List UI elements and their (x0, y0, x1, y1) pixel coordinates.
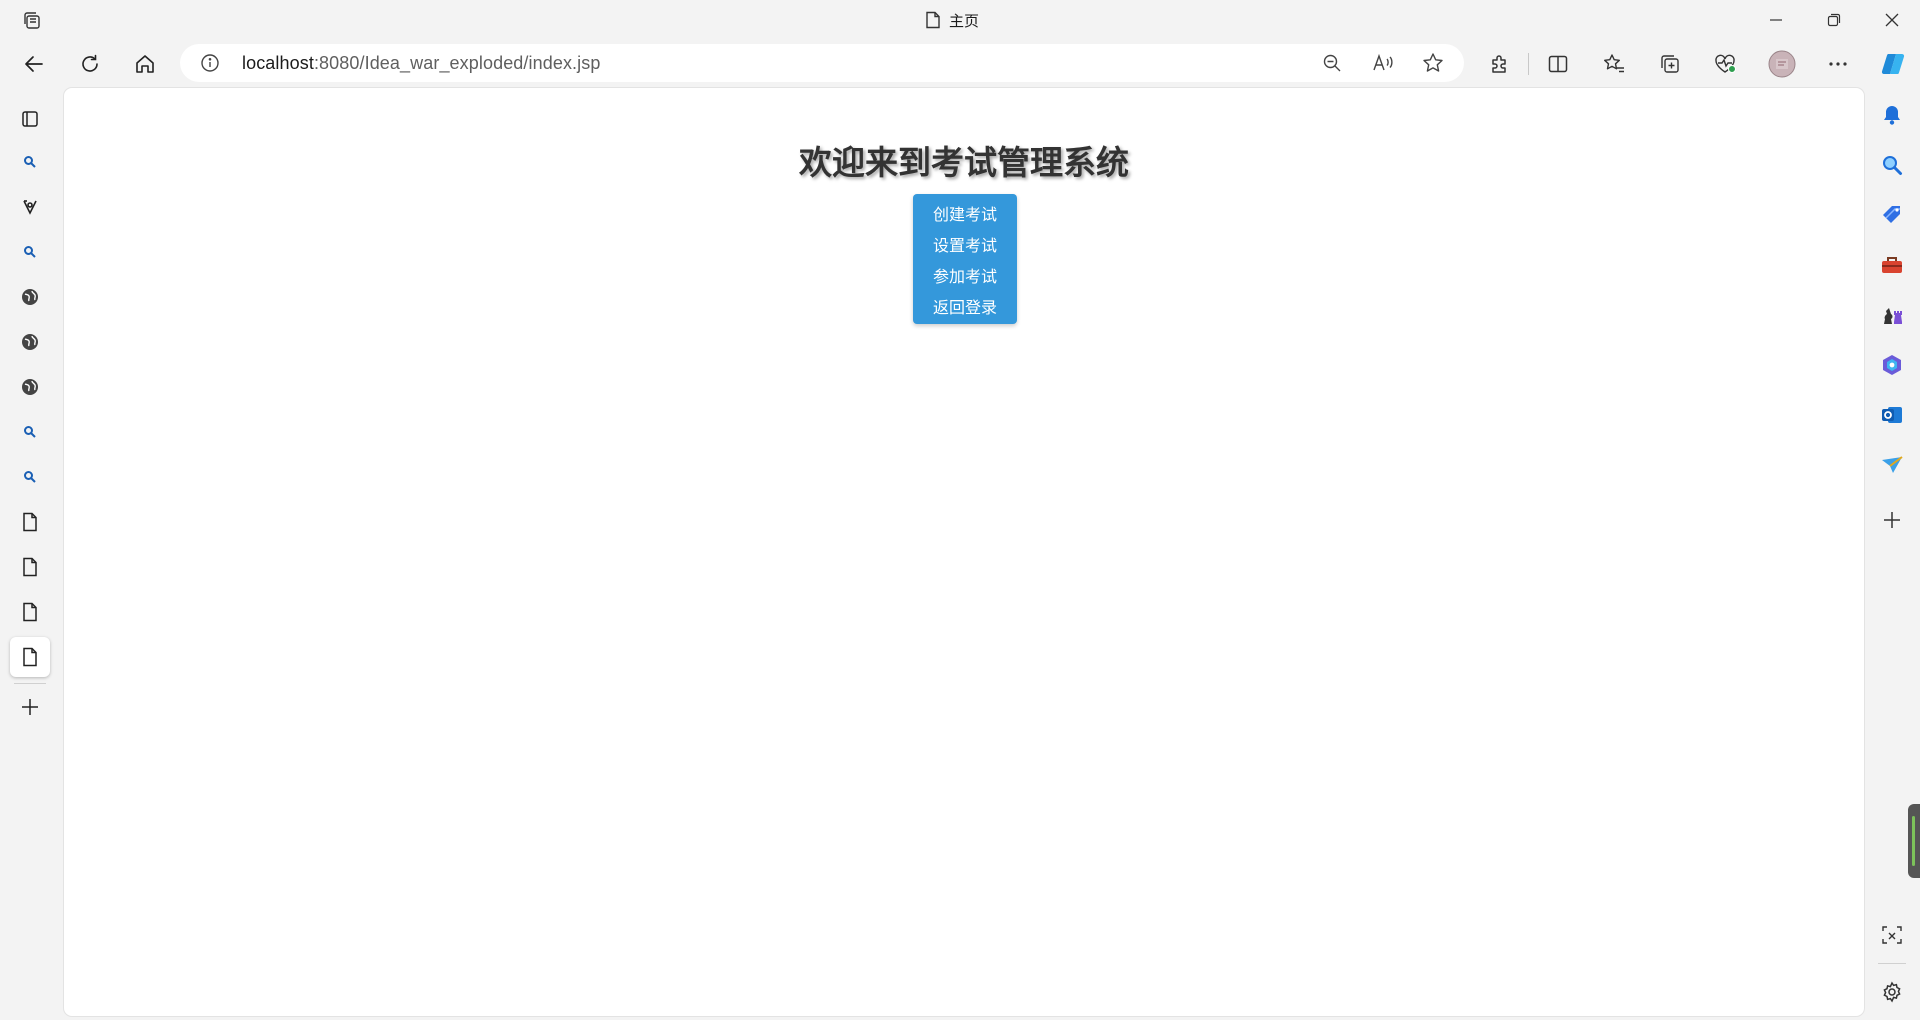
add-sidebar-app-icon[interactable] (1872, 500, 1912, 540)
vertical-tab-11[interactable] (10, 592, 50, 632)
send-drop-icon[interactable] (1872, 445, 1912, 485)
bell-icon[interactable] (1872, 95, 1912, 135)
collections-button[interactable] (1654, 48, 1686, 80)
main-menu: 创建考试 设置考试 参加考试 返回登录 (913, 194, 1017, 324)
page-document-icon (925, 11, 941, 29)
vertical-tabs-divider (14, 683, 46, 684)
url-text[interactable]: localhost:8080/Idea_war_exploded/index.j… (242, 53, 600, 74)
profile-avatar[interactable] (1766, 48, 1798, 80)
sidebar-resize-handle[interactable] (1908, 804, 1920, 878)
page-heading: 欢迎来到考试管理系统 (799, 144, 1129, 181)
copilot-m365-icon[interactable] (1872, 345, 1912, 385)
page-viewport: 欢迎来到考试管理系统 创建考试 设置考试 参加考试 返回登录 (64, 88, 1864, 1016)
title-bar: 主页 (0, 0, 1920, 40)
vertical-tab-8[interactable] (10, 457, 50, 497)
zoom-out-icon[interactable] (1320, 51, 1344, 75)
extensions-button[interactable] (1484, 48, 1516, 80)
split-screen-button[interactable] (1542, 48, 1574, 80)
vertical-tab-4[interactable] (10, 277, 50, 317)
copilot-button[interactable] (1877, 48, 1909, 80)
vertical-tab-6[interactable] (10, 367, 50, 407)
create-exam-link[interactable]: 创建考试 (913, 200, 1017, 231)
url-host: localhost (242, 53, 314, 73)
take-exam-link[interactable]: 参加考试 (913, 262, 1017, 293)
window-title-text: 主页 (949, 12, 980, 30)
vertical-tab-7[interactable] (10, 412, 50, 452)
right-sidebar-divider (1878, 963, 1906, 964)
address-bar[interactable]: localhost:8080/Idea_war_exploded/index.j… (180, 44, 1464, 82)
new-tab-button[interactable] (10, 687, 50, 727)
close-window-button[interactable] (1864, 0, 1920, 40)
favorite-star-icon[interactable] (1421, 51, 1445, 75)
restore-button[interactable] (1806, 0, 1862, 40)
toolbox-icon[interactable] (1872, 245, 1912, 285)
games-chess-icon[interactable] (1872, 295, 1912, 335)
more-menu-button[interactable] (1822, 48, 1854, 80)
vertical-tab-3[interactable] (10, 232, 50, 272)
favorites-button[interactable] (1598, 48, 1630, 80)
minimize-button[interactable] (1748, 0, 1804, 40)
toolbar-divider (1528, 53, 1529, 75)
vertical-tab-active[interactable] (10, 637, 50, 677)
tab-actions-icon[interactable] (20, 9, 44, 33)
url-path: :8080/Idea_war_exploded/index.jsp (313, 53, 601, 73)
vertical-tab-2[interactable] (10, 187, 50, 227)
site-info-icon[interactable] (200, 53, 220, 73)
vertical-tab-1[interactable] (10, 142, 50, 182)
window-title: 主页 (925, 8, 979, 32)
shopping-tag-icon[interactable] (1872, 195, 1912, 235)
screenshot-capture-icon[interactable] (1872, 915, 1912, 955)
read-aloud-icon[interactable] (1371, 51, 1395, 75)
sidebar-settings-gear-icon[interactable] (1872, 972, 1912, 1012)
vertical-tab-9[interactable] (10, 502, 50, 542)
setup-exam-link[interactable]: 设置考试 (913, 231, 1017, 262)
refresh-button[interactable] (74, 48, 106, 80)
tab-actions-panel-icon[interactable] (10, 99, 50, 139)
vertical-tab-10[interactable] (10, 547, 50, 587)
vertical-tab-5[interactable] (10, 322, 50, 362)
search-sidebar-icon[interactable] (1872, 145, 1912, 185)
home-button[interactable] (129, 48, 161, 80)
back-button[interactable] (18, 48, 50, 80)
browser-essentials-button[interactable] (1709, 48, 1741, 80)
back-to-login-link[interactable]: 返回登录 (913, 293, 1017, 324)
outlook-icon[interactable] (1872, 395, 1912, 435)
